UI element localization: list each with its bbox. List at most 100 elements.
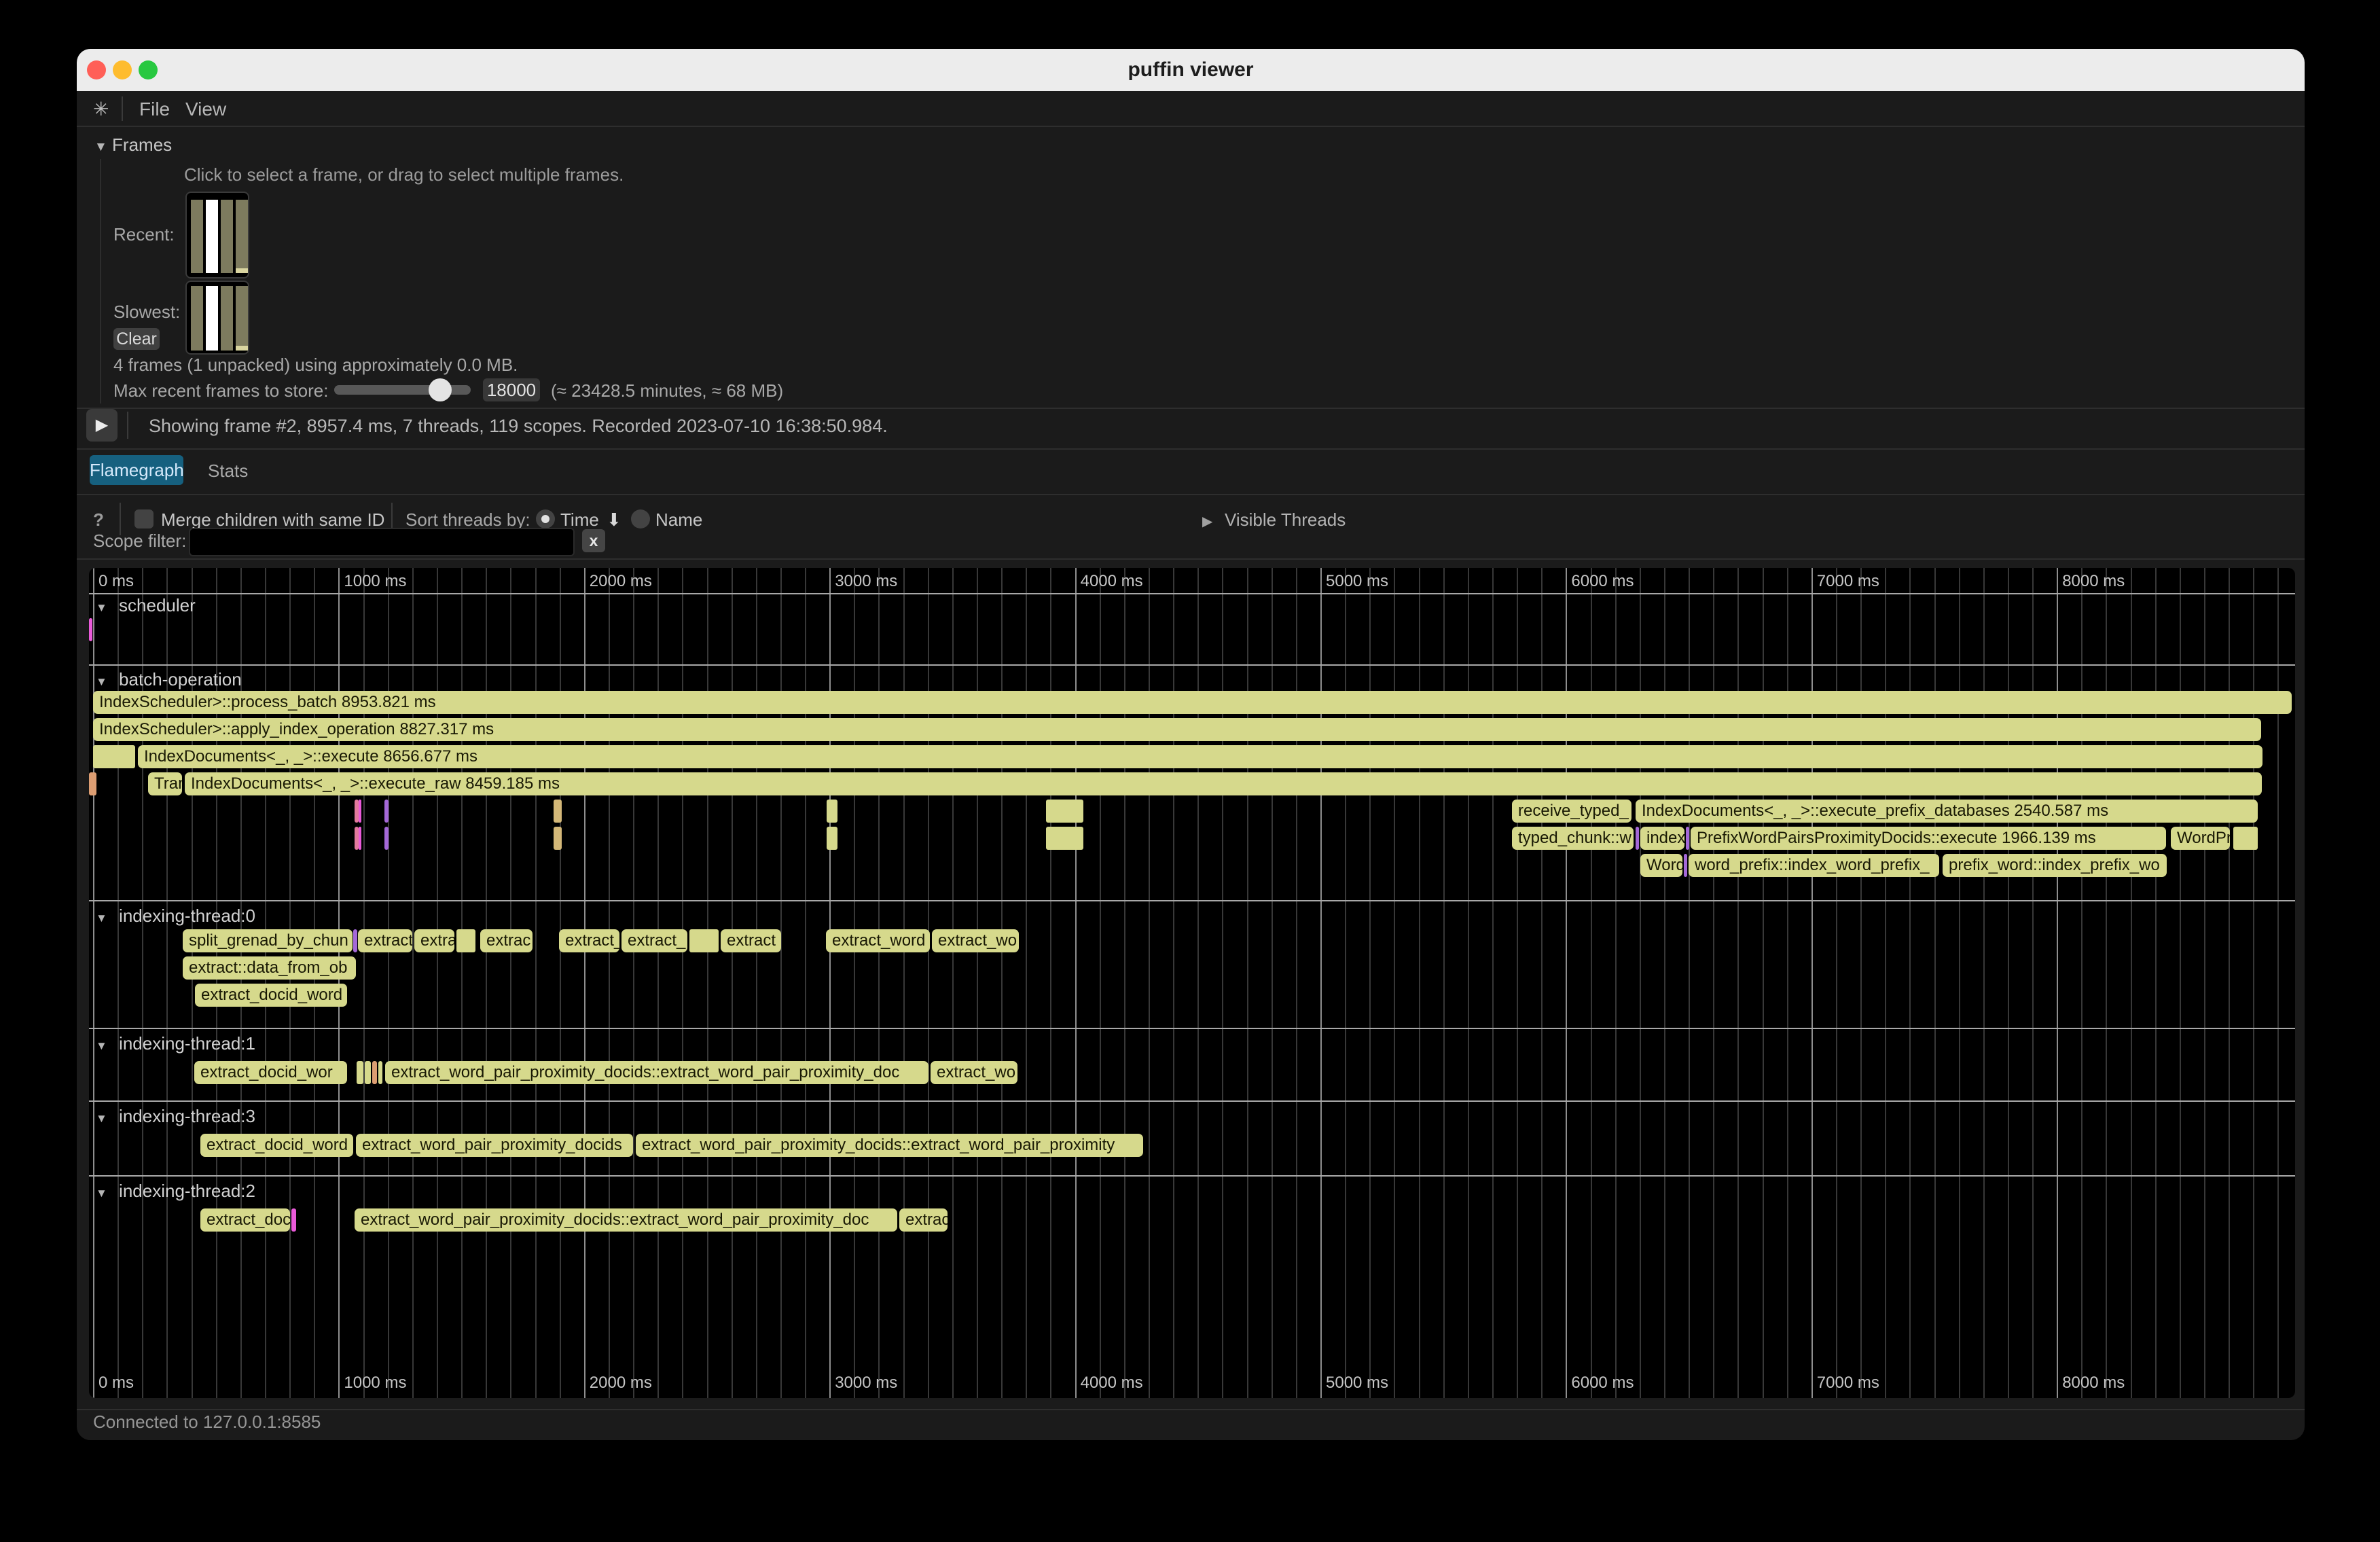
scope-bar[interactable]: IndexDocuments<_, _>::execute 8656.677 m… [138, 745, 2262, 768]
menu-file[interactable]: File [139, 91, 170, 127]
sort-name-label[interactable]: Name [655, 509, 702, 531]
thread-header-batch-operation[interactable]: ▼ batch-operation [96, 669, 242, 690]
frame-bar[interactable] [191, 200, 203, 273]
clear-frames-button[interactable]: Clear [113, 328, 160, 350]
scope-bar[interactable]: extract_word_pair_proximity_docids [356, 1134, 633, 1157]
scope-bar[interactable]: extract_ [621, 929, 687, 952]
max-frames-value[interactable]: 18000 [483, 378, 540, 401]
scope-bar[interactable] [372, 1061, 377, 1084]
scope-bar[interactable]: extract_word [826, 929, 930, 952]
sort-time-radio[interactable] [536, 509, 555, 528]
scope-bar[interactable] [359, 800, 361, 823]
section-divider [89, 1100, 2295, 1102]
scope-bar[interactable]: extract_docid_word [200, 1134, 353, 1157]
scope-bar[interactable]: extract_word_pair_proximity_docids::extr… [636, 1134, 1143, 1157]
frame-bar-selected[interactable] [206, 286, 218, 351]
thread-header-indexing-thread:2[interactable]: ▼ indexing-thread:2 [96, 1181, 255, 1202]
scope-bar[interactable]: extract::data_from_ob [183, 956, 356, 980]
help-button[interactable]: ? [93, 509, 104, 531]
chevron-right-icon[interactable]: ▶ [1202, 513, 1212, 530]
scope-bar[interactable]: word_prefix::index_word_prefix_ [1689, 854, 1939, 877]
frame-bar-selected[interactable] [206, 200, 218, 273]
scope-bar[interactable] [1046, 800, 1083, 823]
scope-bar[interactable] [2233, 827, 2258, 850]
scope-bar[interactable]: extract_ [559, 929, 619, 952]
scope-bar[interactable] [384, 827, 389, 850]
slider-knob[interactable] [429, 378, 452, 401]
scope-filter-input[interactable] [189, 528, 575, 556]
scope-bar[interactable] [89, 618, 92, 641]
chevron-down-icon: ▼ [96, 912, 107, 925]
scope-bar[interactable] [384, 800, 389, 823]
scope-bar[interactable] [1636, 827, 1639, 850]
scope-bar[interactable]: PrefixWordPairsProximityDocids::execute … [1691, 827, 2166, 850]
scope-bar[interactable]: receive_typed_ [1512, 800, 1631, 823]
frame-bar[interactable] [236, 286, 248, 351]
scope-bar[interactable] [554, 827, 562, 850]
scope-bar[interactable]: prefix_word::index_prefix_wo [1943, 854, 2167, 877]
tick-label-bottom: 6000 ms [1571, 1374, 1634, 1393]
scope-bar[interactable] [554, 800, 562, 823]
sort-direction-icon[interactable]: ⬇ [607, 509, 621, 531]
frame-bar[interactable] [221, 200, 233, 273]
slowest-frames-thumbnail[interactable] [185, 281, 249, 355]
scope-bar[interactable] [1046, 827, 1083, 850]
scope-bar[interactable]: extrac [899, 1208, 948, 1232]
thread-header-indexing-thread:3[interactable]: ▼ indexing-thread:3 [96, 1106, 255, 1127]
visible-threads-header[interactable]: Visible Threads [1225, 509, 1346, 531]
scope-bar[interactable]: extract [721, 929, 781, 952]
scope-bar[interactable] [1684, 854, 1687, 877]
scope-bar[interactable]: extract_wo [932, 929, 1019, 952]
theme-toggle-icon[interactable]: ✳ [93, 91, 109, 127]
scope-bar[interactable]: extract_doc [200, 1208, 290, 1232]
merge-children-checkbox[interactable] [134, 509, 154, 528]
frame-bar[interactable] [191, 286, 203, 351]
scope-bar[interactable] [359, 827, 361, 850]
scope-bar[interactable]: extract [358, 929, 412, 952]
scope-bar[interactable] [827, 827, 837, 850]
scope-bar[interactable]: extrac [480, 929, 533, 952]
scope-bar[interactable]: IndexDocuments<_, _>::execute_prefix_dat… [1636, 800, 2258, 823]
scope-bar[interactable]: Trans [148, 772, 182, 795]
menu-view[interactable]: View [185, 91, 226, 127]
frame-bar[interactable] [221, 286, 233, 351]
scope-bar[interactable]: IndexDocuments<_, _>::execute_raw 8459.1… [185, 772, 2262, 795]
scope-bar[interactable] [291, 1208, 296, 1232]
scope-bar[interactable]: IndexScheduler>::apply_index_operation 8… [93, 718, 2261, 741]
scope-bar[interactable] [353, 929, 357, 952]
scope-bar[interactable]: typed_chunk::w [1512, 827, 1634, 850]
frame-bar[interactable] [236, 200, 248, 273]
thread-header-indexing-thread:1[interactable]: ▼ indexing-thread:1 [96, 1033, 255, 1054]
play-button[interactable]: ▶ [86, 409, 118, 442]
thread-header-scheduler[interactable]: ▼ scheduler [96, 595, 196, 616]
sort-name-radio[interactable] [631, 509, 650, 528]
thread-header-indexing-thread:0[interactable]: ▼ indexing-thread:0 [96, 906, 255, 927]
scope-bar[interactable]: extract_wo [931, 1061, 1017, 1084]
scope-bar[interactable]: extract_docid_wor [194, 1061, 347, 1084]
recent-frames-thumbnail[interactable] [185, 192, 249, 279]
scope-bar[interactable] [689, 929, 719, 952]
scope-bar[interactable]: Word [1640, 854, 1682, 877]
scope-bar[interactable]: extract_word_pair_proximity_docids::extr… [355, 1208, 897, 1232]
scope-bar[interactable] [378, 1061, 382, 1084]
scope-bar[interactable]: WordPr [2171, 827, 2230, 850]
scope-bar[interactable]: IndexScheduler>::process_batch 8953.821 … [93, 691, 2292, 714]
scope-bar[interactable]: extract_docid_word [195, 984, 347, 1007]
flamegraph-canvas[interactable]: 0 ms0 ms1000 ms1000 ms2000 ms2000 ms3000… [89, 568, 2295, 1398]
scope-bar[interactable]: extra [414, 929, 454, 952]
tab-stats[interactable]: Stats [208, 461, 248, 482]
scope-bar[interactable] [365, 1061, 371, 1084]
scope-bar[interactable] [357, 1061, 363, 1084]
scope-bar[interactable] [1686, 827, 1689, 850]
scope-bar[interactable] [456, 929, 475, 952]
frames-section-header[interactable]: ▼ Frames [94, 135, 172, 156]
scope-bar[interactable]: split_grenad_by_chun [183, 929, 353, 952]
scope-bar[interactable] [93, 745, 135, 768]
clear-filter-button[interactable]: x [582, 529, 605, 552]
scope-bar[interactable]: index [1640, 827, 1684, 850]
tab-flamegraph[interactable]: Flamegraph [90, 455, 183, 485]
chevron-down-icon: ▼ [96, 1112, 107, 1125]
scope-bar[interactable]: extract_word_pair_proximity_docids::extr… [385, 1061, 928, 1084]
scope-bar[interactable] [827, 800, 837, 823]
scope-bar[interactable] [89, 772, 96, 795]
